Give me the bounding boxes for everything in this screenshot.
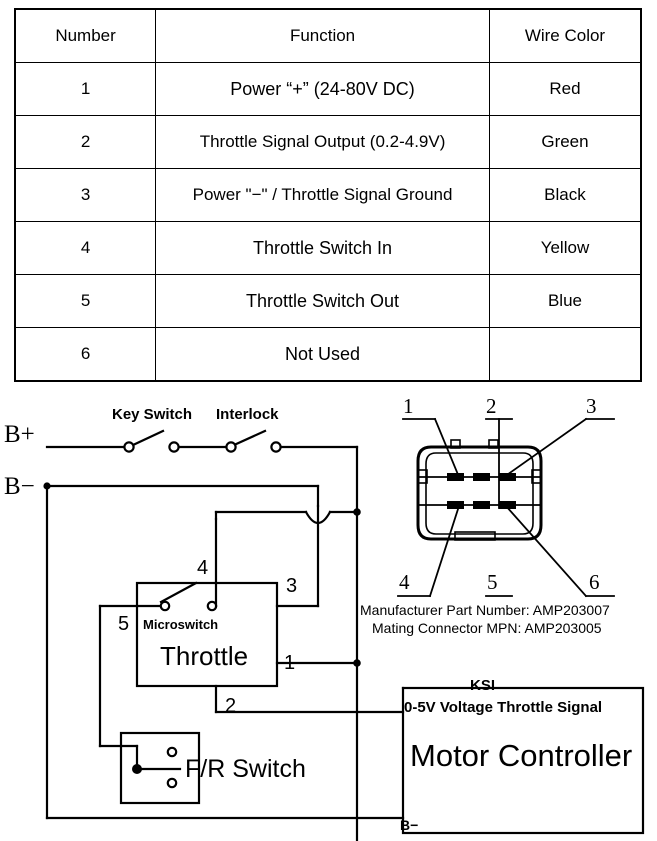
microswitch-label: Microswitch <box>143 617 219 632</box>
connector-callout-6: 6 <box>589 570 600 594</box>
table-header-row: Number Function Wire Color <box>14 8 642 63</box>
cell-number: 2 <box>14 115 157 169</box>
motor-controller-title: Motor Controller <box>410 738 633 773</box>
controller-b-minus-label: B− <box>400 817 419 833</box>
battery-positive-label: B+ <box>4 421 35 448</box>
cell-wire-color: Green <box>488 115 642 169</box>
cell-wire-color: Red <box>488 62 642 116</box>
cell-number: 5 <box>14 274 157 328</box>
cell-function: Throttle Switch Out <box>155 274 490 328</box>
throttle-pin-5-label: 5 <box>118 613 130 635</box>
cell-number: 6 <box>14 327 157 382</box>
cell-number: 1 <box>14 62 157 116</box>
throttle-signal-terminal-label: 0-5V Voltage Throttle Signal <box>404 699 603 716</box>
cell-function: Throttle Switch In <box>155 221 490 275</box>
battery-negative-label: B− <box>4 473 35 500</box>
throttle-pin-3-label: 3 <box>286 575 298 597</box>
cell-number: 3 <box>14 168 157 222</box>
table-row: 2 Throttle Signal Output (0.2-4.9V) Green <box>14 115 642 169</box>
table-row: 4 Throttle Switch In Yellow <box>14 221 642 275</box>
throttle-pin-2-label: 2 <box>225 695 237 717</box>
table-row: 3 Power "−" / Throttle Signal Ground Black <box>14 168 642 222</box>
table-row: 5 Throttle Switch Out Blue <box>14 274 642 328</box>
fr-switch-label: F/R Switch <box>185 755 306 783</box>
cell-function: Throttle Signal Output (0.2-4.9V) <box>155 115 490 169</box>
throttle-pin-4-label: 4 <box>197 557 209 579</box>
header-function: Function <box>155 8 490 63</box>
throttle-label: Throttle <box>160 641 249 671</box>
header-number: Number <box>14 8 157 63</box>
connector-callout-1: 1 <box>403 394 414 418</box>
interlock-switch-label: Interlock <box>216 406 279 423</box>
cell-number: 4 <box>14 221 157 275</box>
table-row: 1 Power “+” (24-80V DC) Red <box>14 62 642 116</box>
cell-wire-color: Blue <box>488 274 642 328</box>
connector-callout-4: 4 <box>399 570 410 594</box>
cell-wire-color: Yellow <box>488 221 642 275</box>
connector-callout-5: 5 <box>487 570 498 594</box>
throttle-pin-1-label: 1 <box>284 652 296 674</box>
header-wire-color: Wire Color <box>488 8 642 63</box>
pin-function-table: Number Function Wire Color 1 Power “+” (2… <box>14 8 642 382</box>
cell-function: Power “+” (24-80V DC) <box>155 62 490 116</box>
cell-function: Power "−" / Throttle Signal Ground <box>155 168 490 222</box>
connector-callout-3: 3 <box>586 394 597 418</box>
cell-function: Not Used <box>155 327 490 382</box>
table-row: 6 Not Used <box>14 327 642 382</box>
mating-connector-mpn: Mating Connector MPN: AMP203005 <box>372 620 602 636</box>
cell-wire-color <box>488 327 642 382</box>
connector-callout-2: 2 <box>486 394 497 418</box>
manufacturer-part-number: Manufacturer Part Number: AMP203007 <box>360 602 610 618</box>
key-switch-label: Key Switch <box>112 406 193 423</box>
cell-wire-color: Black <box>488 168 642 222</box>
ksi-terminal-label: KSI <box>470 677 496 694</box>
wiring-diagram: B+ B− Key Switch Interlock Microswitch T… <box>0 388 657 841</box>
